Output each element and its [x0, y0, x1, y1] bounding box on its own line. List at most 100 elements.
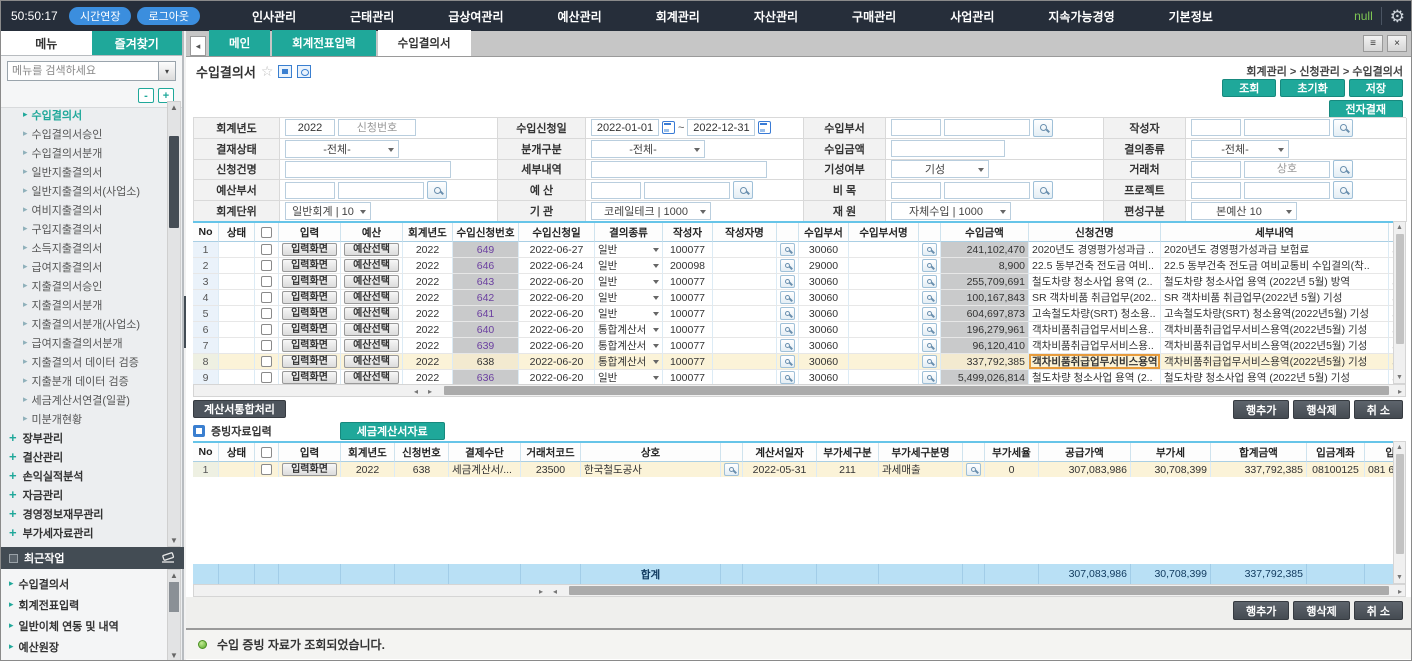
form-select[interactable]: 자체수입 | 1000 [891, 202, 1011, 220]
sidebar-tree-item[interactable]: ▸구입지출결의서 [1, 219, 169, 238]
form-input[interactable] [891, 182, 941, 199]
sidebar-tree-item[interactable]: ▸일반지출결의서 [1, 162, 169, 181]
nav-menu-item[interactable]: 회계관리 [656, 8, 700, 25]
cell-button[interactable]: 입력화면 [282, 355, 337, 368]
recent-work-item[interactable]: ▸회계전표입력 [1, 594, 169, 615]
form-input[interactable] [891, 140, 1005, 157]
form-input[interactable] [591, 119, 659, 136]
doc-tab[interactable]: 수입결의서 [378, 30, 471, 56]
row-checkbox[interactable] [261, 292, 272, 303]
search-lookup-button[interactable] [922, 339, 937, 352]
nav-menu-item[interactable]: 기본정보 [1169, 8, 1213, 25]
add-row-button[interactable]: 행추가 [1233, 400, 1289, 419]
recent-work-item[interactable]: ▸일반이체 연동 및 내역 [1, 615, 169, 636]
cell-button[interactable]: 입력화면 [282, 291, 337, 304]
form-input[interactable] [944, 119, 1030, 136]
search-lookup-button[interactable] [780, 259, 795, 272]
close-icon[interactable]: × [1387, 35, 1407, 52]
form-input[interactable] [338, 119, 416, 136]
form-input[interactable] [1191, 161, 1241, 178]
search-lookup-button[interactable] [780, 323, 795, 336]
calendar-icon[interactable] [758, 121, 771, 134]
cell-select[interactable]: 일반 [595, 370, 663, 384]
search-lookup-button[interactable] [922, 243, 937, 256]
table-row[interactable]: 7입력화면예산선택20226392022-06-20통합계산서100077300… [193, 338, 1393, 354]
sidebar-group-item[interactable]: +손익실적분석 [1, 466, 169, 485]
search-lookup-button[interactable] [780, 355, 795, 368]
sidebar-tree-item[interactable]: ▸소득지출결의서 [1, 238, 169, 257]
tab-favorites[interactable]: 즐겨찾기 [92, 31, 183, 55]
nav-menu-item[interactable]: 구매관리 [852, 8, 896, 25]
form-input[interactable] [285, 119, 335, 136]
scroll-up-icon[interactable]: ▲ [1396, 224, 1403, 231]
search-lookup-button[interactable] [922, 323, 937, 336]
sidebar-tree-item[interactable]: ▸세금계산서연결(일괄) [1, 390, 169, 409]
search-lookup-button[interactable] [922, 291, 937, 304]
search-lookup-button[interactable] [922, 371, 937, 384]
vertical-scrollbar[interactable]: ▲ ▼ [1393, 441, 1406, 584]
scrollbar-thumb[interactable] [444, 386, 1389, 395]
window-menu-icon[interactable]: ≡ [1363, 35, 1383, 52]
row-checkbox[interactable] [261, 464, 272, 475]
nav-menu-item[interactable]: 예산관리 [558, 8, 602, 25]
table-row[interactable]: 1입력화면2022638세금계산서/...23500한국철도공사2022-05-… [193, 462, 1393, 477]
favorite-star-icon[interactable]: ☆ [261, 63, 274, 80]
form-select[interactable]: 코레일테크 | 1000 [591, 202, 711, 220]
search-lookup-button[interactable] [922, 259, 937, 272]
invoice-merge-button[interactable]: 계산서통합처리 [193, 400, 286, 418]
form-select[interactable]: -전체- [591, 140, 705, 158]
cell-select[interactable]: 일반 [595, 258, 663, 274]
form-input[interactable] [891, 119, 941, 136]
sidebar-tree-item[interactable]: ▸미분개현황 [1, 409, 169, 428]
form-input[interactable] [591, 161, 767, 178]
form-input[interactable] [338, 182, 424, 199]
search-lookup-button[interactable] [1333, 160, 1353, 178]
search-lookup-button[interactable] [427, 181, 447, 199]
scrollbar-thumb[interactable] [169, 136, 179, 228]
form-input[interactable] [1244, 119, 1330, 136]
scroll-right-icon[interactable]: ▸ [1398, 387, 1402, 396]
cell-select[interactable]: 일반 [595, 290, 663, 306]
table-row[interactable]: 6입력화면예산선택20226402022-06-20통합계산서100077300… [193, 322, 1393, 338]
tax-invoice-button[interactable]: 세금계산서자료 [340, 422, 445, 440]
sidebar-tree-item[interactable]: ▸지출결의서승인 [1, 276, 169, 295]
search-lookup-button[interactable] [780, 291, 795, 304]
form-input[interactable] [285, 182, 335, 199]
select-all-checkbox[interactable] [261, 227, 272, 238]
search-lookup-button[interactable] [780, 275, 795, 288]
row-checkbox[interactable] [261, 356, 272, 367]
search-lookup-button[interactable] [922, 355, 937, 368]
sidebar-tree-item[interactable]: ▸여비지출결의서 [1, 200, 169, 219]
nav-menu-item[interactable]: 인사관리 [252, 8, 296, 25]
form-input[interactable] [1191, 182, 1241, 199]
cell-button[interactable]: 예산선택 [344, 243, 399, 256]
horizontal-scrollbar[interactable]: ▸ ◂ ▸ [193, 584, 1406, 597]
sidebar-group-item[interactable]: +경영정보재무관리 [1, 504, 169, 523]
scroll-down-icon[interactable]: ▼ [1396, 374, 1403, 381]
form-input[interactable] [591, 182, 641, 199]
tab-scroll-left-icon[interactable]: ◂ [190, 36, 206, 56]
doc-tab[interactable]: 회계전표입력 [272, 30, 375, 56]
sidebar-group-item[interactable]: +결산관리 [1, 447, 169, 466]
cell-button[interactable]: 예산선택 [344, 355, 399, 368]
cell-button[interactable]: 입력화면 [282, 259, 337, 272]
sidebar-scrollbar[interactable]: ▲ ▼ [167, 101, 181, 547]
cell-button[interactable]: 예산선택 [344, 371, 399, 384]
gear-icon[interactable]: ⚙ [1390, 8, 1405, 25]
add-row-button[interactable]: 행추가 [1233, 601, 1289, 620]
cell-select[interactable]: 통합계산서 [595, 322, 663, 338]
form-select[interactable]: 일반회계 | 10 [285, 202, 371, 220]
vertical-scrollbar[interactable]: ▲ ▼ [1393, 221, 1406, 384]
reset-button[interactable]: 초기화 [1280, 79, 1344, 97]
search-lookup-button[interactable] [780, 243, 795, 256]
search-button[interactable]: 조회 [1222, 79, 1276, 97]
cell-select[interactable]: 일반 [595, 242, 663, 258]
doc-tab[interactable]: 메인 [209, 30, 270, 56]
sidebar-group-item[interactable]: +장부관리 [1, 428, 169, 447]
sidebar-tree-item[interactable]: ▸수입결의서 [1, 105, 169, 124]
row-checkbox[interactable] [261, 260, 272, 271]
row-checkbox[interactable] [261, 244, 272, 255]
scrollbar-thumb[interactable] [169, 582, 179, 612]
search-lookup-button[interactable] [780, 339, 795, 352]
nav-menu-item[interactable]: 자산관리 [754, 8, 798, 25]
